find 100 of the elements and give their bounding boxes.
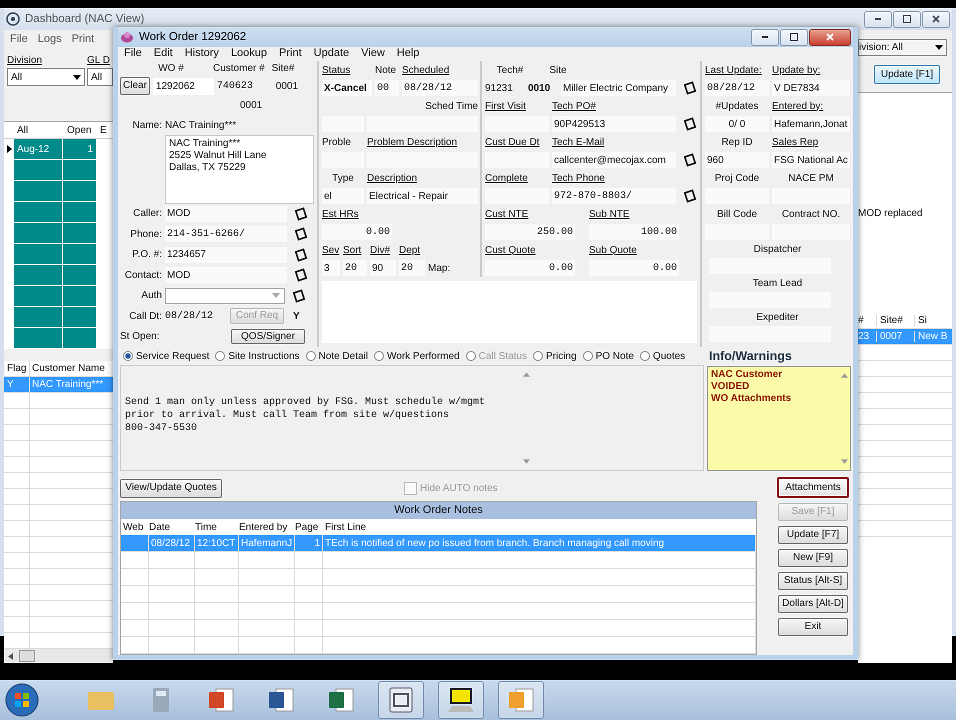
field-value[interactable]: MOD: [165, 206, 287, 222]
address-field[interactable]: NAC Training*** 2525 Walnut Hill Lane Dallas, TX 75229: [165, 135, 314, 204]
menu-item[interactable]: Help: [396, 47, 420, 59]
action-button[interactable]: New [F9]: [778, 549, 848, 567]
page-icon[interactable]: [294, 268, 308, 282]
action-button[interactable]: Dollars [Alt-D]: [778, 595, 848, 613]
page-icon[interactable]: [294, 227, 308, 242]
table-cell[interactable]: [62, 244, 96, 264]
field-value: 0001: [240, 100, 262, 112]
section-title: Info/Warnings: [708, 348, 793, 365]
field-value[interactable]: 1234657: [165, 246, 287, 263]
menu-item[interactable]: File: [10, 32, 28, 44]
table-cell[interactable]: [14, 286, 62, 306]
view-quotes-button[interactable]: View/Update Quotes: [120, 478, 222, 498]
note-type-radio[interactable]: Service Request: [123, 350, 210, 362]
row-pointer-icon: [6, 145, 12, 153]
table-cell[interactable]: [62, 181, 96, 201]
menu-item[interactable]: History: [184, 47, 219, 59]
table-cell[interactable]: Aug-12: [14, 139, 62, 159]
taskbar-app[interactable]: [438, 681, 484, 719]
menu-item[interactable]: Print: [72, 32, 94, 44]
field-label: St Open:: [120, 331, 160, 342]
scroll-left-icon: [8, 652, 13, 660]
close-button[interactable]: [809, 28, 851, 46]
menu-item[interactable]: Update: [314, 47, 350, 59]
note-type-radio[interactable]: Site Instructions: [215, 350, 300, 362]
table-cell[interactable]: [14, 307, 62, 327]
app-icon: [120, 30, 134, 44]
table-cell[interactable]: 1: [62, 139, 96, 159]
menu-item[interactable]: Logs: [38, 32, 62, 44]
division-dropdown[interactable]: ivision: All: [858, 39, 947, 56]
note-type-radio[interactable]: Pricing: [532, 350, 577, 362]
table-cell[interactable]: [62, 307, 96, 327]
table-cell[interactable]: [14, 223, 62, 243]
table-cell[interactable]: [14, 265, 62, 285]
action-button[interactable]: Status [Alt-S]: [778, 572, 848, 590]
table-cell[interactable]: [14, 244, 62, 264]
terminal-icon: [446, 685, 476, 715]
taskbar-app[interactable]: [378, 681, 424, 719]
auth-dropdown[interactable]: [165, 288, 285, 304]
field-value: 0/ 0: [705, 116, 769, 132]
field-label: Complete: [485, 172, 529, 184]
page-icon[interactable]: [683, 153, 697, 167]
start-button[interactable]: [4, 682, 40, 718]
note-type-radio[interactable]: PO Note: [582, 350, 634, 362]
menu-item[interactable]: Edit: [154, 47, 173, 59]
minimize-button[interactable]: [751, 28, 779, 46]
field-label: Sev: [322, 244, 340, 256]
field-label: Description: [367, 172, 418, 184]
note-type-radio[interactable]: Work Performed: [374, 350, 460, 362]
field-label: Bill Code: [716, 208, 758, 220]
input-field[interactable]: 1292062: [152, 78, 214, 95]
page-icon[interactable]: [292, 288, 306, 303]
page-icon[interactable]: [683, 117, 697, 131]
clear-button[interactable]: Clear: [120, 77, 150, 96]
field-value: 20: [343, 260, 367, 276]
menu-item[interactable]: Print: [279, 47, 302, 59]
field-value: 100.00: [589, 224, 679, 240]
filter-dropdown[interactable]: All: [87, 68, 113, 86]
note-type-radio[interactable]: Quotes: [640, 350, 686, 362]
caret-icon: [935, 45, 943, 50]
scrollbar[interactable]: [4, 649, 113, 663]
page-icon[interactable]: [294, 206, 308, 221]
table-cell[interactable]: [14, 160, 62, 180]
scroll-thumb[interactable]: [19, 650, 35, 662]
filter-dropdown[interactable]: All: [7, 68, 85, 86]
table-cell[interactable]: [14, 181, 62, 201]
maximize-button[interactable]: [780, 28, 808, 46]
update-button[interactable]: Update [F1]: [874, 65, 940, 84]
page-icon[interactable]: [683, 81, 697, 95]
menu-item[interactable]: Lookup: [230, 47, 268, 59]
menu-item[interactable]: File: [124, 47, 142, 59]
table-cell[interactable]: [62, 286, 96, 306]
field-label: Sort: [343, 244, 362, 256]
action-button[interactable]: Update [F7]: [778, 526, 848, 544]
table-cell[interactable]: [14, 202, 62, 222]
field-label: Dispatcher: [754, 244, 802, 254]
table-cell[interactable]: [62, 223, 96, 243]
note-type-radio[interactable]: Note Detail: [306, 350, 368, 362]
field-label: Tech Phone: [552, 172, 606, 184]
field-label: Contract NO.: [780, 208, 842, 220]
menu-item[interactable]: View: [361, 47, 385, 59]
field-value[interactable]: MOD: [165, 267, 287, 284]
action-button[interactable]: Attachments: [777, 477, 849, 498]
page-icon[interactable]: [294, 248, 308, 262]
field-value[interactable]: 214-351-6266/: [165, 226, 287, 242]
page-icon[interactable]: [683, 189, 697, 203]
table-cell[interactable]: [62, 202, 96, 222]
field-value: FSG National Ac: [772, 152, 850, 168]
field-label: Tech PO#: [552, 100, 597, 112]
qos-signer-button[interactable]: QOS/Signer: [231, 329, 305, 344]
table-cell[interactable]: [62, 160, 96, 180]
column-header: Site#: [876, 315, 914, 326]
field-value: X-Cancel: [322, 80, 372, 96]
table-cell[interactable]: [62, 265, 96, 285]
table-cell[interactable]: [14, 328, 62, 348]
field-value: Electrical - Repair: [367, 188, 478, 204]
field-label: WO #: [157, 63, 185, 74]
table-cell[interactable]: [62, 328, 96, 348]
action-button[interactable]: Exit: [778, 618, 848, 636]
